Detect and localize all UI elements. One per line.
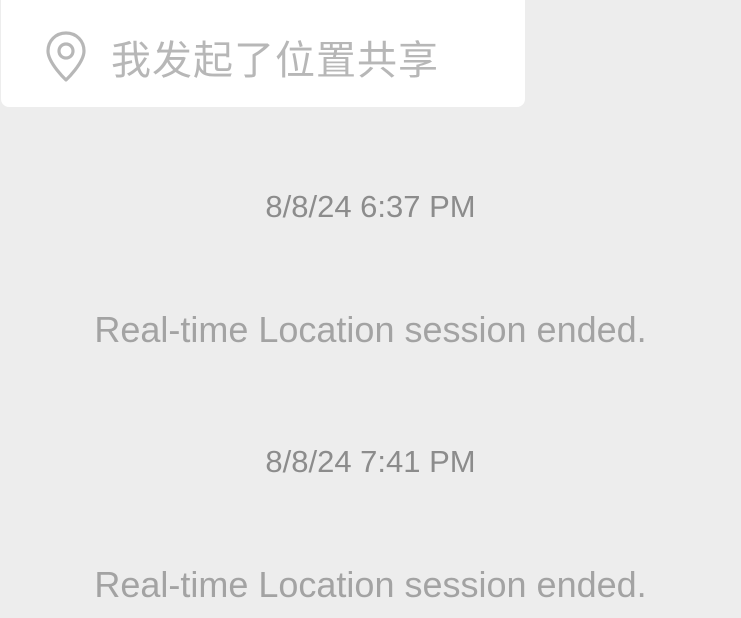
timestamp: 8/8/24 6:37 PM xyxy=(265,189,476,224)
location-pin-icon xyxy=(43,30,89,84)
chat-area: 我发起了位置共享 8/8/24 6:37 PM Real-time Locati… xyxy=(0,0,741,618)
system-message: Real-time Location session ended. xyxy=(94,309,647,350)
location-share-text: 我发起了位置共享 xyxy=(111,38,439,84)
system-message: Real-time Location session ended. xyxy=(94,564,647,605)
location-share-bubble[interactable]: 我发起了位置共享 xyxy=(1,0,525,107)
timestamp: 8/8/24 7:41 PM xyxy=(265,444,476,479)
